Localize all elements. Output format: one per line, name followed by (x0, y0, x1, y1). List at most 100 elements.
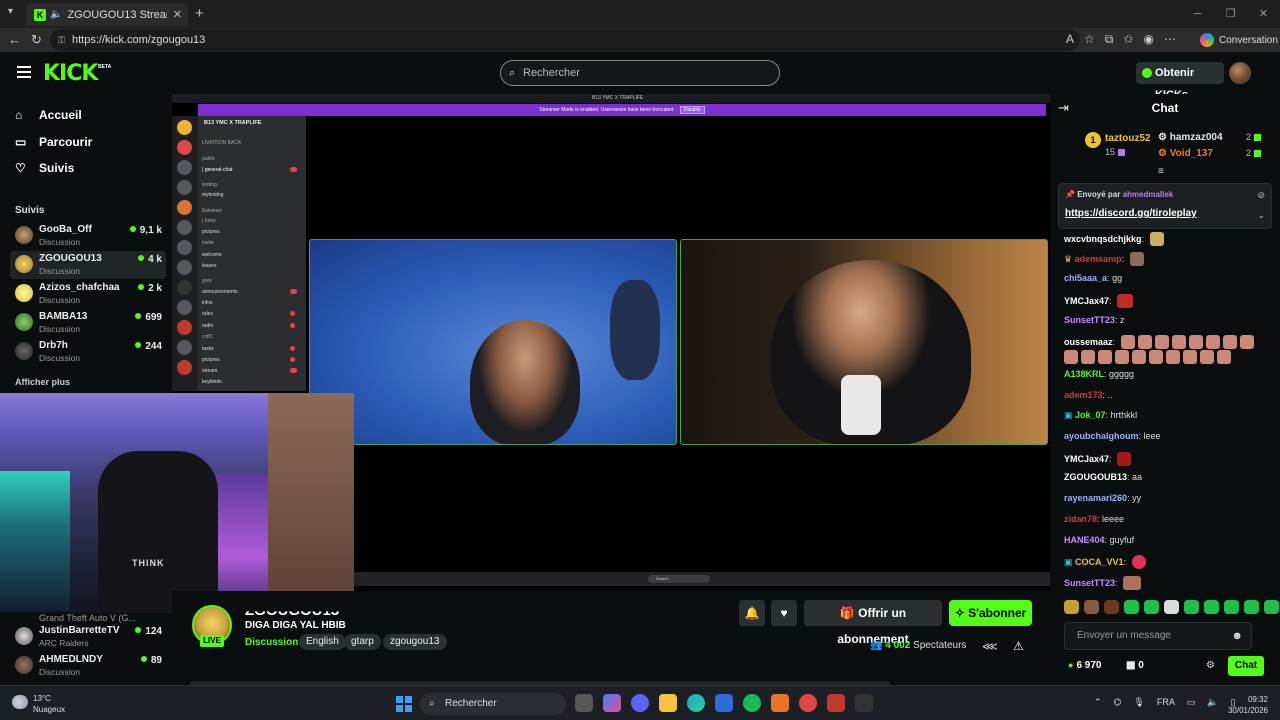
browser-tab[interactable]: K 🔈 ZGOUGOU13 Stream - Watch ✕ (26, 3, 188, 26)
emote-button[interactable] (1064, 600, 1079, 614)
emote-button[interactable] (1084, 600, 1099, 614)
extensions-icon[interactable]: ⧉ (1105, 32, 1114, 47)
notification-bell-button[interactable]: 🔔 (739, 600, 765, 626)
spotify-icon[interactable] (743, 694, 761, 712)
sidebar-channel[interactable]: GooBa_Off Discussion 9,1 k (10, 222, 166, 250)
chat-username[interactable]: wxcvbnqsdchjkkg (1064, 234, 1142, 244)
kicks-balance[interactable]: 6 970 (1068, 660, 1101, 671)
subscribe-button[interactable]: ✧ S'abonner (949, 600, 1032, 626)
microphone-icon[interactable]: 🎙 (1133, 697, 1144, 708)
favorites-icon[interactable]: ✩ (1123, 32, 1133, 47)
emote-button[interactable] (1224, 600, 1239, 614)
chat-username[interactable]: SunsetTT23 (1064, 315, 1115, 325)
app-icon[interactable] (827, 694, 845, 712)
get-kicks-button[interactable]: Obtenir KICKs (1136, 62, 1224, 101)
chat-username[interactable]: oussemaaz (1064, 337, 1113, 347)
pinned-link[interactable]: https://discord.gg/tiroleplay (1065, 208, 1197, 219)
share-icon[interactable]: ⋘ (982, 640, 998, 653)
pinned-by-user[interactable]: ahmedmallek (1123, 190, 1174, 199)
weather-widget[interactable]: 13°C Nuageux (12, 693, 65, 715)
hide-pinned-icon[interactable]: ⊘ (1257, 190, 1265, 201)
follow-heart-button[interactable]: ♥ (771, 600, 797, 626)
emote-button[interactable] (1104, 600, 1119, 614)
chat-username[interactable]: ayoubchalghoum (1064, 431, 1139, 441)
maximize-icon[interactable]: ❐ (1214, 0, 1247, 28)
taskbar-clock[interactable]: 09:32 30/01/2026 (1226, 694, 1268, 716)
hamburger-menu-icon[interactable] (17, 66, 31, 78)
sidebar-channel[interactable]: Drb7h Discussion 244 (10, 338, 166, 366)
expand-leaderboard-icon[interactable]: ≡ (1158, 166, 1164, 177)
chat-settings-gear-icon[interactable]: ⚙ (1206, 660, 1215, 671)
profile-icon[interactable]: ◉ (1143, 32, 1153, 47)
chat-username[interactable]: SunsetTT23 (1064, 578, 1115, 588)
sidebar-channel[interactable]: AHMEDLNDY Discussion 89 (10, 652, 166, 680)
emote-button[interactable] (1124, 600, 1139, 614)
tab-menu-icon[interactable]: ▾ (8, 6, 13, 17)
chat-username[interactable]: YMCJax47 (1064, 296, 1109, 306)
minimize-icon[interactable]: ─ (1181, 0, 1214, 28)
windows-start-icon[interactable] (396, 696, 412, 712)
chat-username[interactable]: chi5aaa_a (1064, 273, 1107, 283)
emote-button[interactable] (1204, 600, 1219, 614)
task-view-icon[interactable] (575, 694, 593, 712)
chat-username[interactable]: YMCJax47 (1064, 454, 1109, 464)
show-hidden-icons-icon[interactable]: ⌃ (1094, 697, 1102, 708)
favorite-star-icon[interactable]: ☆ (1084, 32, 1095, 47)
chat-username[interactable]: COCA_VV1 (1075, 557, 1124, 567)
back-icon[interactable]: ← (8, 32, 21, 47)
refresh-icon[interactable]: ↻ (31, 32, 42, 48)
sidebar-channel[interactable]: JustinBarretteTV ARC Raiders 124 (10, 623, 166, 651)
chat-username[interactable]: zidan78 (1064, 514, 1097, 524)
copilot-app-icon[interactable] (603, 694, 621, 712)
url-field[interactable]: ⚿ https://kick.com/zgougou13 (50, 29, 1080, 51)
discord-icon[interactable] (631, 694, 649, 712)
search-input[interactable]: ⌕ Rechercher (500, 60, 780, 86)
speaker-icon[interactable]: 🔈 (50, 9, 62, 20)
display-icon[interactable]: ▭ (1187, 697, 1196, 708)
chat-message-input[interactable]: Envoyer un message ☻ (1064, 622, 1252, 650)
emote-button[interactable] (1164, 600, 1179, 614)
emote-button[interactable] (1264, 600, 1279, 614)
taskbar-search[interactable]: ⌕ Rechercher (420, 693, 566, 715)
chat-username[interactable]: ademsamp (1075, 254, 1122, 264)
close-tab-icon[interactable]: ✕ (173, 8, 182, 21)
emote-button[interactable] (1144, 600, 1159, 614)
show-more-link[interactable]: Afficher plus (15, 377, 70, 387)
chat-username[interactable]: HANE404 (1064, 535, 1105, 545)
copilot-conversation-button[interactable]: Conversation (1200, 31, 1278, 49)
sidebar-item-suivis[interactable]: ♡ Suivis (15, 161, 74, 175)
chat-username[interactable]: ZGOUGOUB13 (1064, 472, 1127, 482)
gift-balance[interactable]: ▦ 0 (1126, 660, 1144, 671)
volume-icon[interactable]: 🔈 (1207, 697, 1218, 708)
stream-tag[interactable]: English (299, 634, 346, 650)
app-icon[interactable] (855, 694, 873, 712)
leaderboard-user[interactable]: hamzaz004 (1170, 132, 1223, 143)
new-tab-icon[interactable]: + (195, 5, 204, 22)
app-icon[interactable] (799, 694, 817, 712)
sidebar-channel[interactable]: Azizos_chafchaa Discussion 2 k (10, 280, 166, 308)
stream-tag[interactable]: gtarp (344, 634, 381, 650)
streamer-name[interactable]: ZGOUGOU13 (245, 611, 339, 619)
site-info-icon[interactable]: ⚿ (58, 29, 65, 51)
leaderboard-user[interactable]: taztouz52 (1105, 133, 1151, 144)
sidebar-item-accueil[interactable]: ⌂ Accueil (15, 108, 82, 122)
chevron-down-icon[interactable]: ⌄ (1257, 210, 1265, 221)
language-indicator[interactable]: FRA (1157, 697, 1175, 708)
kick-logo[interactable]: KICK (43, 61, 98, 86)
more-menu-icon[interactable]: ⋯ (1164, 32, 1176, 47)
network-icon[interactable]: ⌬ (1114, 697, 1122, 708)
report-warning-icon[interactable]: ⚠ (1013, 639, 1024, 653)
chat-username[interactable]: rayenamari260 (1064, 493, 1127, 503)
read-aloud-icon[interactable]: A (1066, 32, 1074, 47)
edge-icon[interactable] (687, 694, 705, 712)
sidebar-item-parcourir[interactable]: ▭ Parcourir (15, 135, 92, 149)
emote-button[interactable] (1244, 600, 1259, 614)
app-icon[interactable] (771, 694, 789, 712)
emoji-picker-icon[interactable]: ☻ (1231, 623, 1243, 649)
leaderboard-user[interactable]: Void_137 (1170, 148, 1213, 159)
stream-category[interactable]: Discussion (245, 637, 298, 648)
sidebar-channel[interactable]: BAMBA13 Discussion 699 (10, 309, 166, 337)
chat-username[interactable]: Jok_07 (1075, 410, 1106, 420)
close-window-icon[interactable]: ✕ (1247, 0, 1280, 28)
sidebar-channel[interactable]: ZGOUGOU13 Discussion 4 k (10, 251, 166, 279)
